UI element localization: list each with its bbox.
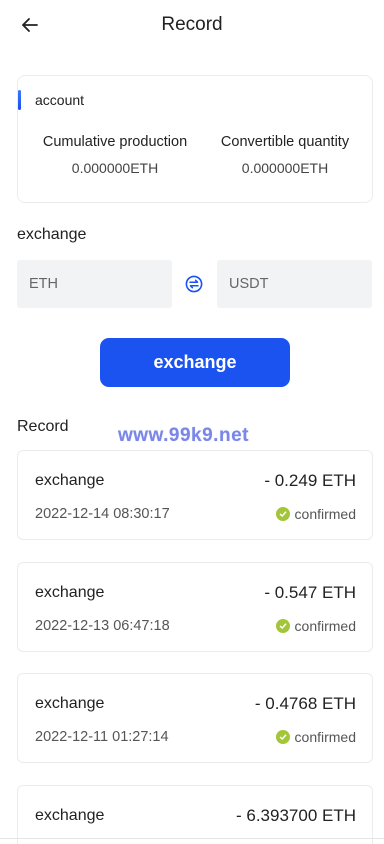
cumulative-value: 0.000000ETH	[71, 160, 159, 176]
record-date: 2022-12-14 08:30:17	[35, 506, 170, 522]
record-amount: - 0.4768 ETH	[254, 694, 356, 713]
account-header: account	[18, 90, 84, 110]
record-date: 2022-12-13 06:47:18	[35, 618, 170, 634]
cumulative-label: Cumulative production	[42, 134, 188, 150]
from-currency-field[interactable]: ETH	[17, 260, 172, 308]
record-item[interactable]: exchange - 6.393700 ETH	[17, 785, 373, 844]
to-currency-text: USDT	[229, 276, 269, 292]
check-circle-icon	[275, 619, 290, 633]
record-status: confirmed	[275, 618, 356, 634]
page-title: Record	[161, 14, 223, 35]
record-type: exchange	[35, 807, 105, 824]
record-amount: - 0.249 ETH	[264, 471, 356, 490]
check-circle-icon	[275, 730, 290, 744]
convertible-label: Convertible quantity	[220, 134, 350, 150]
watermark: www.99k9.net	[118, 425, 249, 446]
check-circle-icon	[275, 507, 290, 521]
cumulative-production: Cumulative production 0.000000ETH	[26, 134, 204, 176]
record-status: confirmed	[275, 506, 356, 522]
record-item[interactable]: exchange - 0.249 ETH 2022-12-14 08:30:17…	[17, 450, 373, 540]
record-item[interactable]: exchange - 0.4768 ETH 2022-12-11 01:27:1…	[17, 673, 373, 763]
record-status: confirmed	[275, 729, 356, 745]
record-status-text: confirmed	[294, 729, 356, 745]
top-bar: Record	[0, 0, 384, 50]
convertible-value: 0.000000ETH	[241, 160, 329, 176]
account-card: account Cumulative production 0.000000ET…	[17, 75, 373, 203]
record-type: exchange	[35, 472, 105, 489]
record-type: exchange	[35, 695, 105, 712]
account-accent-bar	[18, 90, 21, 110]
from-currency-text: ETH	[29, 276, 58, 292]
exchange-section-label: exchange	[17, 226, 87, 243]
bottom-divider	[0, 838, 384, 839]
account-label: account	[35, 92, 85, 108]
swap-icon	[185, 275, 203, 293]
to-currency-field[interactable]: USDT	[217, 260, 372, 308]
back-button[interactable]	[18, 13, 42, 37]
record-status-text: confirmed	[294, 506, 356, 522]
convertible-quantity: Convertible quantity 0.000000ETH	[196, 134, 374, 176]
exchange-button[interactable]: exchange	[100, 338, 290, 387]
arrow-left-icon	[22, 18, 38, 32]
record-type: exchange	[35, 584, 105, 601]
swap-button[interactable]	[185, 275, 203, 293]
record-item[interactable]: exchange - 0.547 ETH 2022-12-13 06:47:18…	[17, 562, 373, 652]
record-amount: - 6.393700 ETH	[235, 806, 356, 825]
record-section-label: Record	[17, 418, 69, 435]
record-status-text: confirmed	[294, 618, 356, 634]
record-date: 2022-12-11 01:27:14	[35, 729, 169, 745]
record-amount: - 0.547 ETH	[264, 583, 356, 602]
